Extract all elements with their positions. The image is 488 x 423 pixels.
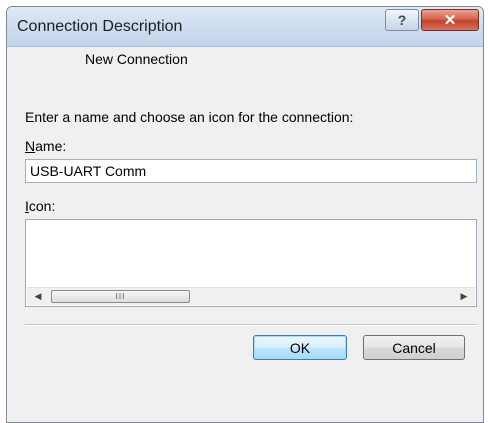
close-button[interactable]: ✕ bbox=[421, 9, 479, 31]
name-label: Name: bbox=[25, 138, 66, 154]
close-icon: ✕ bbox=[443, 12, 457, 29]
scroll-left-button[interactable]: ◀ bbox=[29, 288, 47, 305]
title-bar[interactable]: Connection Description ? ✕ bbox=[7, 7, 483, 47]
instruction-text: Enter a name and choose an icon for the … bbox=[25, 109, 354, 125]
icon-list[interactable]: ◀ III ▶ bbox=[25, 219, 477, 307]
name-label-text: ame: bbox=[35, 138, 67, 154]
connection-description-dialog: Connection Description ? ✕ New Connectio… bbox=[6, 6, 484, 423]
icon-label-text: con: bbox=[28, 198, 56, 214]
name-field[interactable] bbox=[25, 159, 477, 183]
scroll-right-button[interactable]: ▶ bbox=[455, 288, 473, 305]
scroll-grip: III bbox=[115, 292, 126, 301]
name-label-accelerator: N bbox=[25, 138, 36, 154]
cancel-button[interactable]: Cancel bbox=[363, 335, 465, 360]
separator bbox=[25, 324, 477, 326]
horizontal-scrollbar[interactable]: ◀ III ▶ bbox=[27, 287, 475, 305]
dialog-title: Connection Description bbox=[17, 18, 183, 35]
connection-label: New Connection bbox=[85, 51, 188, 67]
help-button[interactable]: ? bbox=[385, 9, 419, 31]
ok-button[interactable]: OK bbox=[253, 335, 347, 360]
chevron-right-icon: ▶ bbox=[460, 291, 468, 301]
scrollbar-thumb[interactable]: III bbox=[51, 290, 190, 303]
help-icon: ? bbox=[397, 12, 407, 28]
chevron-left-icon: ◀ bbox=[34, 291, 42, 301]
icon-label: Icon: bbox=[25, 198, 55, 214]
